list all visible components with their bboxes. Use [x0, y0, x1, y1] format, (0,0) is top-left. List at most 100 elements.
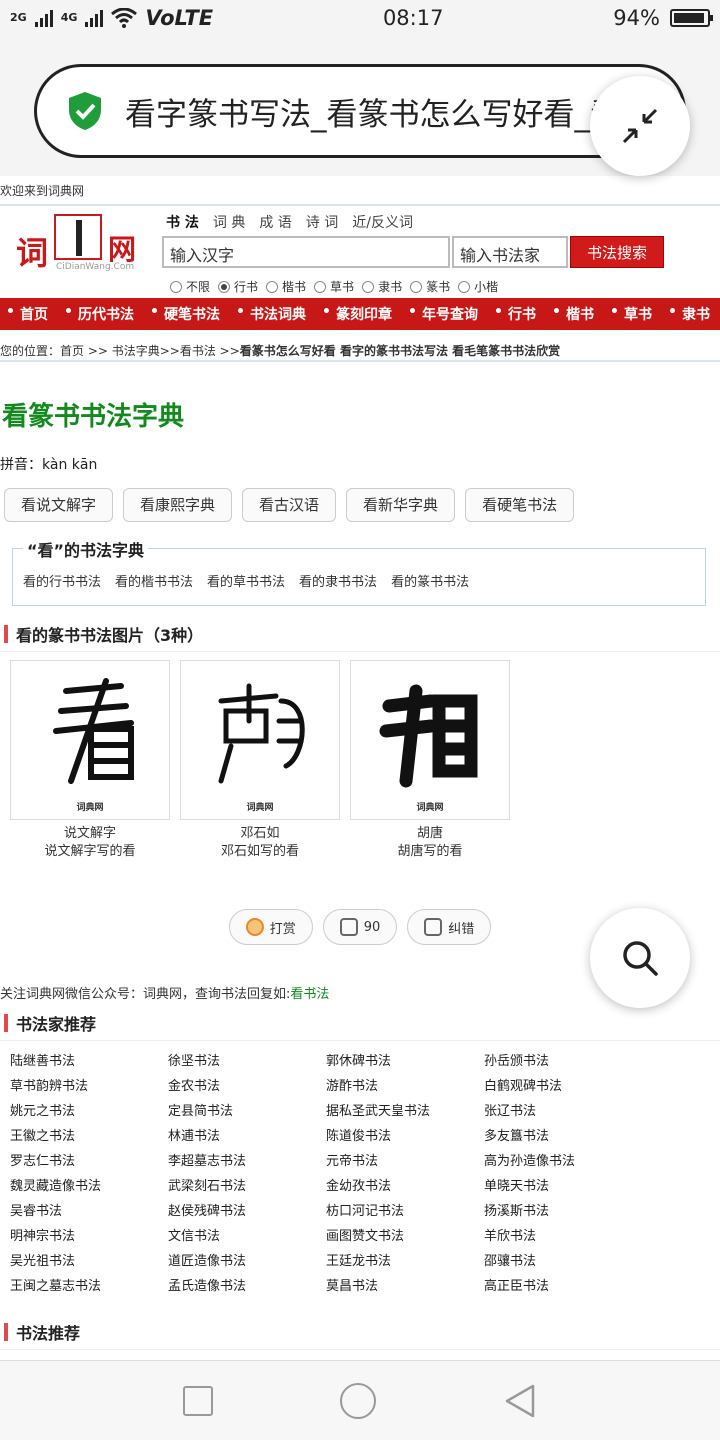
calligrapher-link[interactable]: 金幼孜书法 [326, 1178, 484, 1196]
calligrapher-link[interactable]: 高为孙造像书法 [484, 1153, 642, 1171]
radio-option[interactable]: 小楷 [458, 278, 498, 295]
calligrapher-link[interactable]: 邵骧书法 [484, 1253, 642, 1271]
calligraphy-image[interactable]: 词典网 [350, 660, 510, 820]
calligrapher-link[interactable]: 画图赞文书法 [326, 1228, 484, 1246]
nav-item[interactable]: 草书 [604, 304, 662, 324]
floating-search-button[interactable] [590, 908, 690, 1008]
search-tab[interactable]: 近/反义词 [352, 212, 413, 232]
calligrapher-link[interactable]: 武梁刻石书法 [168, 1178, 326, 1196]
back-button[interactable] [503, 1383, 537, 1419]
calligraphy-card[interactable]: 词典网 邓石如 邓石如写的看 [180, 660, 340, 861]
calligrapher-link[interactable]: 枋口河记书法 [326, 1203, 484, 1221]
calligrapher-link[interactable]: 魏灵藏造像书法 [10, 1178, 168, 1196]
calligraphy-dict-box: “看”的书法字典 看的行书书法 看的楷书书法 看的草书书法 看的隶书书法 看的篆… [12, 537, 706, 606]
browser-toolbar: 看字篆书写法_看篆书怎么写好看_看字 [0, 36, 720, 176]
calligrapher-link[interactable]: 罗志仁书法 [10, 1153, 168, 1171]
dict-link-button[interactable]: 看说文解字 [4, 488, 114, 522]
calligrapher-link[interactable]: 金农书法 [168, 1078, 326, 1096]
style-link[interactable]: 看的行书书法 [23, 571, 101, 590]
dict-link-button[interactable]: 看康熙字典 [123, 488, 233, 522]
calligrapher-link[interactable]: 草书韵辨书法 [10, 1078, 168, 1096]
address-bar[interactable]: 看字篆书写法_看篆书怎么写好看_看字 [34, 64, 686, 158]
reward-button[interactable]: 打赏 [228, 909, 313, 945]
calligrapher-link[interactable]: 据私圣武天皇书法 [326, 1103, 484, 1121]
calligraphy-image[interactable]: 词典网 [180, 660, 340, 820]
calligrapher-link[interactable]: 羊欣书法 [484, 1228, 642, 1246]
nav-item[interactable]: 隶书 [662, 304, 720, 324]
search-tab[interactable]: 成 语 [259, 212, 291, 232]
radio-option[interactable]: 篆书 [410, 278, 450, 295]
breadcrumb-path[interactable]: 首页 >> 书法字典>>看书法 >> [60, 344, 240, 358]
character-search-input[interactable]: 输入汉字 [162, 236, 450, 268]
calligrapher-link[interactable]: 郭休碑书法 [326, 1053, 484, 1071]
site-logo[interactable]: 词 网 CiDianWang.Com [16, 214, 144, 272]
calligrapher-link[interactable]: 王廷龙书法 [326, 1253, 484, 1271]
calligrapher-link[interactable]: 高正臣书法 [484, 1278, 642, 1296]
correct-button[interactable]: 纠错 [407, 909, 492, 945]
dict-link-button[interactable]: 看古汉语 [242, 488, 337, 522]
search-tab[interactable]: 诗 词 [306, 212, 338, 232]
calligraphy-card[interactable]: 词典网 说文解字 说文解字写的看 [10, 660, 170, 861]
calligrapher-link[interactable]: 陈道俊书法 [326, 1128, 484, 1146]
nav-item[interactable]: 历代书法 [58, 304, 144, 324]
calligrapher-link[interactable]: 孟氏造像书法 [168, 1278, 326, 1296]
calligrapher-link[interactable]: 孙岳颁书法 [484, 1053, 642, 1071]
style-link[interactable]: 看的篆书书法 [391, 571, 469, 590]
calligrapher-link[interactable]: 单晓天书法 [484, 1178, 642, 1196]
style-link[interactable]: 看的草书书法 [207, 571, 285, 590]
dict-link-button[interactable]: 看硬笔书法 [465, 488, 575, 522]
calligrapher-link[interactable]: 莫昌书法 [326, 1278, 484, 1296]
calligrapher-link[interactable]: 林逋书法 [168, 1128, 326, 1146]
calligraphy-image[interactable]: 词典网 [10, 660, 170, 820]
calligrapher-link[interactable]: 王闽之墓志书法 [10, 1278, 168, 1296]
calligrapher-link[interactable]: 定县简书法 [168, 1103, 326, 1121]
calligrapher-link[interactable]: 赵侯残碑书法 [168, 1203, 326, 1221]
like-button[interactable]: 90 [322, 909, 398, 945]
search-button[interactable]: 书法搜索 [570, 236, 664, 268]
calligrapher-link[interactable]: 元帝书法 [326, 1153, 484, 1171]
calligrapher-link[interactable]: 张辽书法 [484, 1103, 642, 1121]
calligrapher-link[interactable]: 多友簋书法 [484, 1128, 642, 1146]
calligrapher-link[interactable]: 李超墓志书法 [168, 1153, 326, 1171]
nav-item[interactable]: 篆刻印章 [316, 304, 402, 324]
nav-item[interactable]: 楷书 [546, 304, 604, 324]
status-left: 2G 4G VoLTE [10, 6, 213, 30]
radio-option[interactable]: 隶书 [362, 278, 402, 295]
radio-option[interactable]: 不限 [170, 278, 210, 295]
calligrapher-search-input[interactable]: 输入书法家 [452, 236, 568, 268]
calligrapher-link[interactable]: 道匠造像书法 [168, 1253, 326, 1271]
dict-link-button[interactable]: 看新华字典 [346, 488, 456, 522]
calligrapher-link[interactable]: 吴光祖书法 [10, 1253, 168, 1271]
calligrapher-link[interactable]: 徐坚书法 [168, 1053, 326, 1071]
nav-item[interactable]: 首页 [0, 304, 58, 324]
calligrapher-link[interactable]: 白鹤观碑书法 [484, 1078, 642, 1096]
radio-icon [170, 280, 182, 293]
nav-item[interactable]: 年号查询 [402, 304, 488, 324]
nav-item[interactable]: 硬笔书法 [144, 304, 230, 324]
calligrapher-link[interactable]: 游酢书法 [326, 1078, 484, 1096]
calligrapher-link[interactable]: 文信书法 [168, 1228, 326, 1246]
style-links: 看的行书书法 看的楷书书法 看的草书书法 看的隶书书法 看的篆书书法 [23, 571, 469, 590]
calligrapher-link[interactable]: 陆继善书法 [10, 1053, 168, 1071]
style-link[interactable]: 看的隶书书法 [299, 571, 377, 590]
search-tab[interactable]: 词 典 [213, 212, 245, 232]
radio-option[interactable]: 行书 [218, 278, 258, 295]
nav-item[interactable]: 书法词典 [230, 304, 316, 324]
nav-item[interactable]: 行书 [488, 304, 546, 324]
collapse-arrows-icon [622, 108, 658, 144]
style-link[interactable]: 看的楷书书法 [115, 571, 193, 590]
collapse-button[interactable] [590, 76, 690, 176]
calligrapher-link[interactable]: 姚元之书法 [10, 1103, 168, 1121]
search-tab[interactable]: 书 法 [166, 212, 199, 232]
wechat-link[interactable]: 看书法 [290, 987, 329, 1002]
recent-apps-button[interactable] [183, 1385, 214, 1416]
radio-option[interactable]: 楷书 [266, 278, 306, 295]
calligrapher-link[interactable]: 王徽之书法 [10, 1128, 168, 1146]
calligraphy-card[interactable]: 词典网 胡唐 胡唐写的看 [350, 660, 510, 861]
calligrapher-link[interactable]: 扬溪斯书法 [484, 1203, 642, 1221]
radio-option[interactable]: 草书 [314, 278, 354, 295]
calligrapher-link[interactable]: 明神宗书法 [10, 1228, 168, 1246]
radio-icon [410, 280, 423, 293]
calligrapher-link[interactable]: 吴睿书法 [10, 1203, 168, 1221]
home-button[interactable] [339, 1382, 376, 1419]
